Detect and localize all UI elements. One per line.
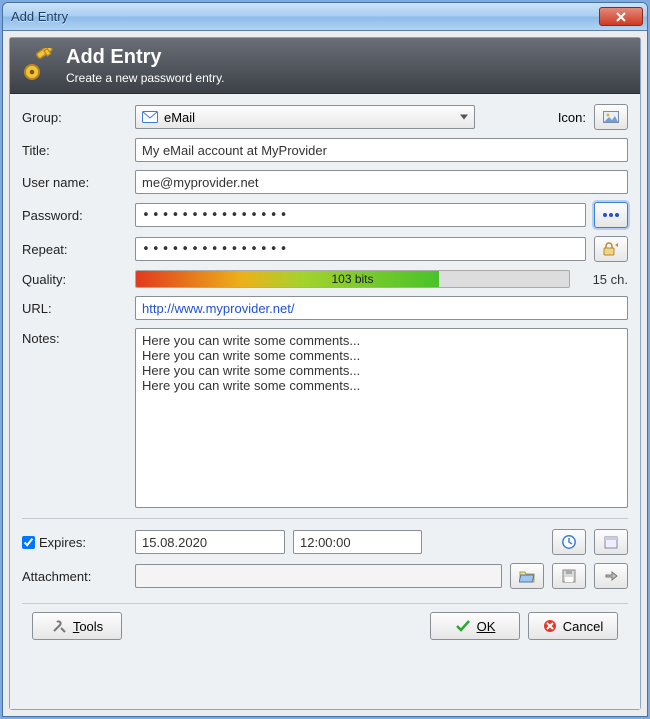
window-title: Add Entry — [11, 9, 599, 24]
expires-label: Expires: — [39, 535, 86, 550]
folder-open-icon — [519, 569, 535, 583]
quality-label: Quality: — [22, 272, 127, 287]
attach-save-button[interactable] — [552, 563, 586, 589]
title-input[interactable] — [135, 138, 628, 162]
repeat-label: Repeat: — [22, 242, 127, 257]
group-value: eMail — [164, 110, 195, 125]
icon-picker-button[interactable] — [594, 104, 628, 130]
chevron-down-icon — [460, 115, 468, 120]
cancel-icon — [543, 619, 557, 633]
expires-time-input[interactable] — [293, 530, 422, 554]
titlebar: Add Entry — [3, 3, 647, 31]
attachment-label: Attachment: — [22, 569, 127, 584]
cancel-button[interactable]: Cancel — [528, 612, 618, 640]
tools-icon — [51, 618, 67, 634]
diskette-icon — [562, 569, 576, 583]
expiry-calendar-button[interactable] — [594, 529, 628, 555]
attach-open-button[interactable] — [510, 563, 544, 589]
banner-texts: Add Entry Create a new password entry. — [66, 46, 225, 85]
expires-checkbox[interactable] — [22, 536, 35, 549]
separator — [22, 518, 628, 519]
dialog-inner: Add Entry Create a new password entry. G… — [9, 37, 641, 710]
quality-bar: 103 bits — [135, 270, 570, 288]
banner-subtitle: Create a new password entry. — [66, 71, 225, 85]
add-entry-dialog: Add Entry Add Entry Create a new passwor… — [2, 2, 648, 717]
remove-icon — [604, 569, 618, 583]
close-icon — [616, 12, 626, 22]
username-label: User name: — [22, 175, 127, 190]
group-label: Group: — [22, 110, 127, 125]
clock-icon — [561, 534, 577, 550]
attachment-field — [135, 564, 502, 588]
password-label: Password: — [22, 208, 127, 223]
close-button[interactable] — [599, 7, 643, 26]
banner-title: Add Entry — [66, 46, 225, 69]
notes-textarea[interactable] — [135, 328, 628, 508]
url-input[interactable] — [135, 296, 628, 320]
ok-button[interactable]: OK — [430, 612, 520, 640]
notes-label: Notes: — [22, 328, 127, 346]
ok-label: OK — [477, 619, 496, 634]
attach-remove-button[interactable] — [594, 563, 628, 589]
username-input[interactable] — [135, 170, 628, 194]
expires-date-input[interactable] — [135, 530, 285, 554]
repeat-input[interactable] — [135, 237, 586, 261]
group-combo[interactable]: eMail — [135, 105, 475, 129]
cancel-label: Cancel — [563, 619, 603, 634]
password-input[interactable] — [135, 203, 586, 227]
show-password-button[interactable] — [594, 202, 628, 228]
title-label: Title: — [22, 143, 127, 158]
url-label: URL: — [22, 301, 127, 316]
key-icon — [20, 48, 56, 84]
quality-bits: 103 bits — [136, 271, 569, 287]
button-bar: TToolsools OK Cancel — [22, 603, 628, 648]
banner: Add Entry Create a new password entry. — [10, 38, 640, 94]
calendar-icon — [604, 535, 618, 549]
icon-label: Icon: — [558, 110, 586, 125]
generate-icon — [603, 241, 619, 257]
dots-icon — [603, 213, 619, 217]
form: Group: eMail Icon: Title: — [10, 94, 640, 709]
picture-icon — [603, 111, 619, 123]
mail-icon — [142, 111, 158, 123]
expiry-preset-button[interactable] — [552, 529, 586, 555]
quality-chars: 15 ch. — [578, 272, 628, 287]
check-icon — [455, 618, 471, 634]
generate-password-button[interactable] — [594, 236, 628, 262]
tools-button[interactable]: TToolsools — [32, 612, 122, 640]
